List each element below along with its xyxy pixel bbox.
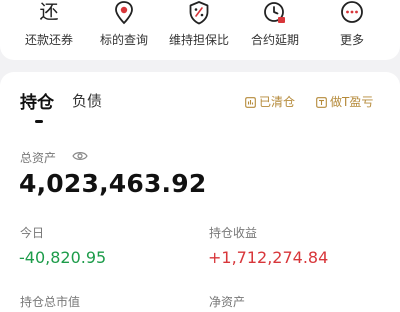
t-trade-profit-button[interactable]: 做T盈亏	[316, 93, 373, 110]
cleared-chart-icon	[245, 97, 256, 108]
total-assets-value: 4,023,463.92	[19, 169, 207, 198]
more-dots-icon	[341, 1, 363, 23]
net-assets-label: 净资产	[209, 295, 246, 309]
position-profit-value: +1,712,274.84	[208, 248, 329, 267]
shortcut-bar: 还 还款还券 标的查询 维持担保比 合约延期 更多	[0, 0, 400, 60]
today-pnl-label: 今日	[20, 226, 45, 240]
cleared-positions-button[interactable]: 已清仓	[245, 93, 295, 110]
shortcut-target-query[interactable]: 标的查询	[88, 0, 160, 60]
shortcut-target-query-label: 标的查询	[99, 33, 148, 47]
account-summary-card: 持仓 负债 已清仓 做T盈亏 总资产 4,023,463.92 今日 持仓收益 …	[0, 72, 400, 312]
shortcut-contract-extension-label: 合约延期	[250, 33, 299, 47]
t-trade-profit-label: 做T盈亏	[330, 95, 374, 109]
repay-char-icon: 还	[39, 1, 59, 23]
location-pin-icon	[115, 1, 133, 25]
shortcut-maintenance-ratio[interactable]: 维持担保比	[163, 0, 235, 60]
shortcut-contract-extension[interactable]: 合约延期	[239, 0, 311, 60]
shield-percent-icon	[189, 1, 209, 25]
shortcut-more[interactable]: 更多	[316, 0, 388, 60]
position-profit-label: 持仓收益	[209, 226, 258, 240]
shortcut-more-label: 更多	[339, 33, 364, 47]
eye-icon[interactable]	[72, 150, 88, 162]
cleared-positions-label: 已清仓	[259, 95, 296, 109]
today-pnl-value: -40,820.95	[19, 248, 107, 267]
clock-calendar-icon	[264, 2, 285, 23]
tab-holdings[interactable]: 持仓	[20, 88, 54, 113]
shortcut-repay-label: 还款还券	[24, 33, 73, 47]
shortcut-repay[interactable]: 还 还款还券	[13, 0, 85, 60]
tab-liabilities[interactable]: 负债	[72, 90, 102, 111]
tab-active-indicator	[35, 120, 43, 123]
total-assets-label: 总资产	[20, 151, 57, 165]
t-box-icon	[316, 97, 327, 108]
shortcut-maintenance-ratio-label: 维持担保比	[168, 33, 229, 47]
market-value-label: 持仓总市值	[20, 295, 81, 309]
